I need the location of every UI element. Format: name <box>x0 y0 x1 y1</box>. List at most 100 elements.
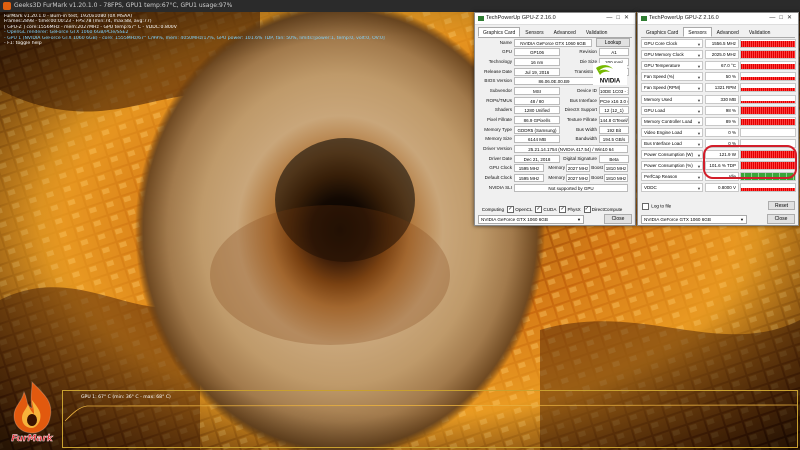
sensor-graph-fill <box>741 106 795 114</box>
furmark-window-titlebar[interactable]: Geeks3D FurMark v1.20.1.0 - 78FPS, GPU1 … <box>0 0 800 12</box>
chevron-down-icon[interactable]: ▼ <box>697 75 701 80</box>
gpuz-sensors-close-button[interactable]: Close <box>767 214 795 224</box>
gpuz-sensors-titlebar[interactable]: TechPowerUp GPU-Z 2.16.0 —□✕ <box>638 13 798 25</box>
sensor-value: 1321 RPM <box>705 83 739 93</box>
window-controls[interactable]: —□✕ <box>606 13 633 24</box>
gpuz-card-tabs: Graphics Card Sensors Advanced Validation <box>478 27 632 38</box>
info-value: 1810 MHz <box>604 164 628 173</box>
sensor-value: 98 % <box>705 105 739 115</box>
tab-validation[interactable]: Validation <box>581 27 613 37</box>
tab-sensors[interactable]: Sensors <box>683 27 712 37</box>
sensor-label[interactable]: GPU Memory Clock <box>641 50 703 60</box>
computing-row: Computing OpenCLCUDAPhysXDirectCompute 5… <box>478 205 632 221</box>
sensor-label[interactable]: Power Consumption (%) <box>641 161 703 171</box>
chevron-down-icon[interactable]: ▼ <box>697 109 701 114</box>
sensor-row: GPU Core Clock ▼ 1556.5 MHz <box>641 39 796 49</box>
info-value: 1810 MHz <box>604 174 628 183</box>
info-row: Driver Version 25.21.14.1754 (NVIDIA 417.… <box>478 145 632 155</box>
gpuz-sensor-tabs: Graphics Card Sensors Advanced Validation <box>641 27 795 38</box>
sensor-value: 50 % <box>705 72 739 82</box>
checkbox <box>559 205 567 214</box>
chevron-down-icon[interactable]: ▼ <box>697 42 701 47</box>
sensor-graph <box>740 105 796 115</box>
chevron-down-icon[interactable]: ▼ <box>697 98 701 103</box>
info-label: GPU Clock <box>489 165 512 171</box>
chevron-down-icon[interactable]: ▼ <box>697 86 701 91</box>
sensor-label[interactable]: Memory Used <box>641 94 703 104</box>
sensor-label[interactable]: Video Engine Load <box>641 127 703 137</box>
info-value: A1 <box>599 48 629 57</box>
info-value: 86.06.0E.00.B9 <box>514 77 594 86</box>
chevron-down-icon[interactable]: ▼ <box>697 120 701 125</box>
sensor-row: Fan Speed (%) ▼ 50 % <box>641 72 796 82</box>
info-row: Shaders 1280 Unified DirectX Support 12 (12… <box>478 106 632 116</box>
sensor-label[interactable]: Bus Interface Load <box>641 138 703 148</box>
tab-advanced[interactable]: Advanced <box>549 27 581 37</box>
lookup-button[interactable]: Lookup <box>596 38 630 47</box>
info-label: Driver Version <box>483 146 512 152</box>
gpuz-card-device-select[interactable]: NVIDIA GeForce GTX 1060 6GB ▼ <box>478 215 584 224</box>
info-label: Memory <box>548 165 565 171</box>
info-label: Release Date <box>484 68 512 74</box>
sensor-label[interactable]: GPU Temperature <box>641 61 703 71</box>
info-row: SubvendorMSI Device ID10DE 1C03 - 1462 8C… <box>478 86 632 96</box>
tab-sensors[interactable]: Sensors <box>520 27 548 37</box>
info-label: Memory Size <box>485 136 512 142</box>
chevron-down-icon[interactable]: ▼ <box>697 164 701 169</box>
sensor-label[interactable]: Fan Speed (RPM) <box>641 83 703 93</box>
nvidia-logo-text: NVIDIA <box>600 79 621 85</box>
info-label: Bus Width <box>576 126 597 132</box>
info-label: Technology <box>488 58 512 64</box>
sensor-label[interactable]: PerfCap Reason <box>641 172 703 182</box>
tab-advanced[interactable]: Advanced <box>712 27 744 37</box>
gpuz-card-titlebar[interactable]: TechPowerUp GPU-Z 2.16.0 —□✕ <box>475 13 635 25</box>
sensor-value: 1556.5 MHz <box>705 39 739 48</box>
computing-option: PhysX <box>559 205 581 214</box>
info-row: GPU GP106 Revision A1 <box>478 48 632 58</box>
sensor-graph-fill <box>741 51 795 59</box>
sensor-graph <box>740 72 796 82</box>
chevron-down-icon[interactable]: ▼ <box>697 64 701 69</box>
info-value: 25.21.14.1754 (NVIDIA 417.54) / Win10 64 <box>514 145 628 154</box>
info-label: Memory Type <box>484 126 512 132</box>
sensor-label[interactable]: VDDC <box>641 183 703 193</box>
sensor-label[interactable]: Fan Speed (%) <box>641 72 703 82</box>
sensor-value: 2025.0 MHz <box>705 50 739 60</box>
gpuz-graphics-card-window: TechPowerUp GPU-Z 2.16.0 —□✕ Graphics Ca… <box>474 12 636 226</box>
checkbox[interactable] <box>642 202 649 210</box>
gpuz-card-close-button[interactable]: Close <box>604 214 632 224</box>
chevron-down-icon[interactable]: ▼ <box>697 53 701 58</box>
sensor-row: Memory Used ▼ 330 MB <box>641 94 796 105</box>
info-row: Driver Date Dec 21, 2018 Digital Signature… <box>478 154 632 164</box>
tab-graphics-card[interactable]: Graphics Card <box>478 27 521 37</box>
info-value: 144.8 GTexel/s <box>599 116 629 124</box>
osd-line: - F1: toggle help <box>4 41 42 47</box>
reset-button[interactable]: Reset <box>768 201 795 210</box>
chevron-down-icon[interactable]: ▼ <box>697 142 701 147</box>
sensor-row: VDDC ▼ 0.8000 V <box>641 183 796 193</box>
sensor-label[interactable]: Memory Controller Load <box>641 116 703 126</box>
sensor-label[interactable]: GPU Load <box>641 105 703 115</box>
window-controls[interactable]: —□✕ <box>769 13 796 24</box>
gpuz-sensors-device-select[interactable]: NVIDIA GeForce GTX 1060 6GB ▼ <box>641 215 747 224</box>
sensor-label[interactable]: Power Consumption (W) <box>641 150 703 159</box>
gpuz-card-title: TechPowerUp GPU-Z 2.16.0 <box>486 15 556 21</box>
sensor-value: 89 % <box>705 116 739 126</box>
chevron-down-icon[interactable]: ▼ <box>697 175 701 180</box>
gpuz-sensors-window: TechPowerUp GPU-Z 2.16.0 —□✕ Graphics Ca… <box>637 12 799 226</box>
info-label: Bandwidth <box>575 136 597 142</box>
info-label: DirectX Support <box>564 107 597 113</box>
chevron-down-icon[interactable]: ▼ <box>697 186 701 191</box>
info-value: 12 (12_1) <box>599 106 629 115</box>
log-to-file-checkbox[interactable]: Log to file <box>642 202 671 210</box>
info-row: Default Clock 1595 MHz Memory 2027 MHz Boost… <box>478 174 632 184</box>
chevron-down-icon[interactable]: ▼ <box>697 131 701 136</box>
chevron-down-icon[interactable]: ▼ <box>697 153 701 158</box>
sensor-graph <box>740 127 796 137</box>
sensor-label[interactable]: GPU Core Clock <box>641 39 703 48</box>
info-value: 1595 MHz <box>514 174 544 183</box>
tab-validation[interactable]: Validation <box>744 27 776 37</box>
info-label: Memory <box>548 175 565 181</box>
sensor-value: 67.0 °C <box>705 61 739 71</box>
tab-graphics-card[interactable]: Graphics Card <box>641 27 683 37</box>
